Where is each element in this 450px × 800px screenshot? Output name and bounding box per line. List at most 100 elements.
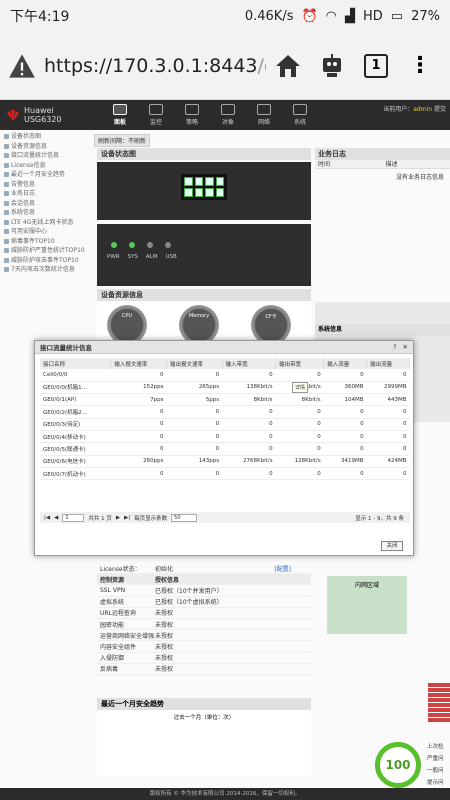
memory-gauge: Memory <box>179 305 219 345</box>
policy-icon <box>185 104 199 115</box>
table-cell: 0 <box>366 418 410 431</box>
dashboard-icon <box>113 104 127 115</box>
hint-issue-text: 提示问 <box>427 780 444 786</box>
license-status: 未授权 <box>155 610 174 618</box>
table-row[interactable]: Cell0/0/0 0 0 0 0 0 0 <box>40 369 410 382</box>
footer: 版权所有 © 华为技术有限公司 2014-2016，保留一切权利。 <box>0 788 450 800</box>
table-cell: 8Kbit/s <box>275 393 324 407</box>
device-led-panel: PWR SYS ALM USB <box>97 224 311 286</box>
license-config-link[interactable]: [配置] <box>274 564 311 573</box>
health-score[interactable]: 100 <box>375 742 421 788</box>
close-icon[interactable]: ✕ <box>403 343 408 351</box>
system-icon <box>293 104 307 115</box>
general-issue-text: 一般问 <box>427 768 444 774</box>
business-log-panel: 业务日志 时间 描述 没有业务日志信息 <box>315 148 450 184</box>
url-field[interactable]: https://170.3.0.1:8443/c <box>44 55 266 77</box>
table-row[interactable]: GE0/0/2(机箱2… 0 0 0 0 0 0 <box>40 405 410 419</box>
sidebar-item[interactable]: 可用安服中心 <box>4 227 92 237</box>
sidebar-item[interactable]: LTE 4G无线上网卡状态 <box>4 218 92 228</box>
license-resource: 园密功能 <box>100 621 125 629</box>
nav-system[interactable]: 系统 <box>282 104 318 126</box>
license-row: URL远程查询 未授权 <box>97 608 311 619</box>
table-cell: 0 <box>222 430 276 444</box>
help-icon[interactable]: ? <box>393 343 396 351</box>
browser-address-bar: https://170.3.0.1:8443/c 1 ⋮ <box>0 32 450 100</box>
sidebar-item[interactable]: 设备资源信息 <box>4 142 92 152</box>
license-resource: 内容安全组件 <box>100 643 137 651</box>
license-row: SSL VPN 已授权（10个并发用户） <box>97 585 311 597</box>
sidebar-item[interactable]: 7天内攻击次数统计信息 <box>4 265 92 275</box>
license-status: 已授权（10个虚拟系统） <box>155 599 223 607</box>
table-cell: 0 <box>166 442 223 456</box>
nav-monitor[interactable]: 监控 <box>138 104 174 126</box>
table-cell: 0 <box>166 467 223 481</box>
sidebar-item[interactable]: 告警信息 <box>4 180 92 190</box>
sidebar-item[interactable]: 设备状态图 <box>4 132 92 142</box>
table-cell: 0 <box>222 418 276 431</box>
warning-icon[interactable] <box>8 52 36 80</box>
menu-button[interactable]: ⋮ <box>398 44 442 88</box>
home-button[interactable] <box>266 44 310 88</box>
robot-button[interactable] <box>310 44 354 88</box>
per-page-select[interactable]: 50 <box>171 513 198 522</box>
last-page-icon[interactable]: ▶| <box>124 515 130 521</box>
prev-page-icon[interactable]: ◀ <box>54 515 58 521</box>
table-row[interactable]: GE0/0/1(AP) 7pps 5pps 8Kbit/s 8Kbit/s 104MB 44… <box>40 393 410 407</box>
port-block <box>181 174 227 200</box>
model-name: USG6320 <box>24 115 62 124</box>
table-cell: 0 <box>222 467 276 481</box>
table-row[interactable]: GE0/0/5(联通卡) 0 0 0 0 0 0 <box>40 442 410 456</box>
home-icon <box>276 54 300 77</box>
table-cell: 0 <box>366 467 410 481</box>
sidebar-item[interactable]: 会话信息 <box>4 199 92 209</box>
nav-object[interactable]: 对象 <box>210 104 246 126</box>
sidebar-item[interactable]: 威胁防护攻击事件TOP10 <box>4 256 92 266</box>
license-panel: License状态： 初始化 [配置] 控制资源 授权信息 SSL VPN 已授权（10… <box>97 563 311 675</box>
alm-led <box>147 242 153 248</box>
table-row[interactable]: GE0/0/6(电信卡) 260pps 143pps 2768Kbit/s 128Kbi… <box>40 455 410 468</box>
table-cell: 3419MB <box>323 455 367 468</box>
table-row[interactable]: GE0/0/4(移动卡) 0 0 0 0 0 0 <box>40 430 410 444</box>
next-page-icon[interactable]: ▶ <box>116 515 120 521</box>
nav-network[interactable]: 网络 <box>246 104 282 126</box>
sidebar-item[interactable]: 病毒事件TOP10 <box>4 237 92 247</box>
clock: 下午4:19 <box>10 9 70 25</box>
table-cell: 443MB <box>366 393 410 407</box>
nav-policy[interactable]: 策略 <box>174 104 210 126</box>
sidebar-item[interactable]: 业务日志 <box>4 189 92 199</box>
refresh-interval-select[interactable]: 刷新间隔：不刷新 <box>94 134 151 147</box>
sidebar-item[interactable]: 最近一个月安全趋势 <box>4 170 92 180</box>
firewall-icon <box>428 682 450 722</box>
device-resource-title: 设备资源信息 <box>97 289 311 301</box>
license-row: 虚拟系统 已授权（10个虚拟系统） <box>97 597 311 608</box>
license-resource: SSL VPN <box>100 586 126 594</box>
close-button[interactable]: 关闭 <box>381 541 403 551</box>
battery-level: 27% <box>411 8 440 24</box>
table-cell: 5pps <box>166 393 223 407</box>
sidebar-item[interactable]: 威胁防护严重性统计TOP10 <box>4 246 92 256</box>
submit-link[interactable]: 提交 <box>434 106 446 113</box>
table-row[interactable]: GE0/0/7(机动卡) 0 0 0 0 0 0 <box>40 467 410 481</box>
page-input[interactable]: 1 <box>62 513 85 522</box>
sidebar-item[interactable]: 接口流量统计信息 <box>4 151 92 161</box>
nav-dashboard[interactable]: 面板 <box>102 104 138 126</box>
tabs-button[interactable]: 1 <box>354 44 398 88</box>
table-cell: 0 <box>166 369 223 382</box>
current-user: 当前用户：admin 提交 <box>383 106 446 113</box>
table-cell: 0 <box>110 467 167 481</box>
table-row[interactable]: GE0/0/3(待定) 0 0 0 0 0 0 <box>40 418 410 431</box>
interface-name-cell: GE0/0/4(移动卡) <box>40 430 111 444</box>
user-link[interactable]: admin <box>413 106 432 113</box>
table-cell: 0 <box>110 430 167 444</box>
first-page-icon[interactable]: |◀ <box>44 515 50 521</box>
table-cell: 0 <box>323 467 367 481</box>
signal-icon: ▟ <box>345 8 355 24</box>
table-cell: 0 <box>323 430 367 444</box>
table-cell: 7pps <box>110 393 167 407</box>
table-row[interactable]: GE0/0/0(机箱1…152pps265pps138Kbit/s280Kbit… <box>40 381 410 395</box>
system-info-title: 系统信息 <box>315 324 450 336</box>
sidebar-item[interactable]: License信息 <box>4 161 92 171</box>
sidebar-item[interactable]: 系统信息 <box>4 208 92 218</box>
network-speed: 0.46K/s <box>244 8 294 24</box>
top-header: Huawei USG6320 面板 监控 策略 对象 网络 系统 当前用户：adm… <box>0 100 450 130</box>
